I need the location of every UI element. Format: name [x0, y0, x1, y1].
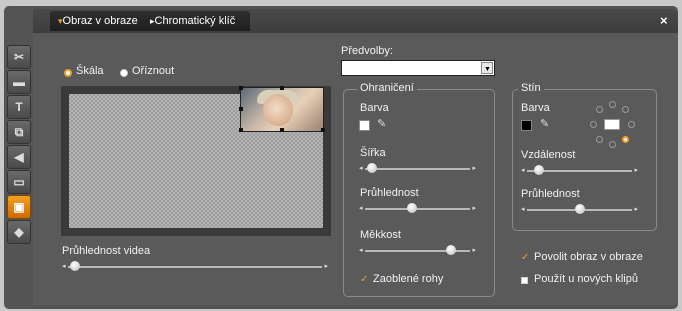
resize-handle[interactable]: [239, 86, 243, 90]
tab-picture-in-picture[interactable]: ▾Obraz v obraze: [50, 11, 152, 31]
eyedropper-icon[interactable]: ✎: [540, 117, 549, 130]
video-opacity-label: Průhlednost videa: [62, 245, 151, 257]
close-icon[interactable]: ×: [660, 13, 668, 28]
eyedropper-icon[interactable]: ✎: [377, 117, 386, 130]
apply-new-clips-checkbox[interactable]: [521, 277, 528, 284]
tab-chroma-key[interactable]: ▸Chromatický klíč: [142, 11, 250, 31]
border-color-swatch[interactable]: [359, 120, 370, 131]
border-opacity-label: Průhlednost: [360, 187, 419, 199]
shadow-opacity-label: Průhlednost: [521, 188, 580, 200]
shadow-direction-nw[interactable]: [596, 106, 603, 113]
shadow-color-swatch[interactable]: [521, 120, 532, 131]
slider-thumb[interactable]: [574, 204, 585, 214]
border-softness-slider[interactable]: ◂ ▸: [359, 245, 476, 257]
shadow-direction-n[interactable]: [609, 101, 616, 108]
border-title: Ohraničení: [357, 82, 417, 94]
tab-label: Obraz v obraze: [62, 15, 138, 27]
shadow-direction-s[interactable]: [609, 141, 616, 148]
video-opacity-slider[interactable]: ◂ ▸: [62, 261, 328, 273]
border-softness-label: Měkkost: [360, 229, 401, 241]
shadow-direction-w[interactable]: [590, 121, 597, 128]
effects-icon[interactable]: ⧉: [7, 120, 31, 144]
resize-handle[interactable]: [321, 128, 325, 132]
rounded-corners-checkbox[interactable]: ✓: [360, 275, 368, 285]
tab-label: Chromatický klíč: [154, 15, 236, 27]
enable-pip-label: Povolit obraz v obraze: [534, 251, 643, 263]
border-width-label: Šířka: [360, 147, 386, 159]
slider-thumb[interactable]: [70, 261, 80, 271]
film-icon[interactable]: ▬: [7, 70, 31, 94]
slider-thumb[interactable]: [445, 245, 456, 255]
resize-handle[interactable]: [280, 128, 284, 132]
pip-icon[interactable]: ▣: [7, 195, 31, 219]
crop-radio[interactable]: [120, 69, 128, 77]
presets-label: Předvolby:: [341, 45, 393, 57]
apply-new-clips-label: Použít u nových klipů: [534, 273, 638, 285]
presets-dropdown[interactable]: ▼: [341, 60, 495, 76]
resize-handle[interactable]: [239, 107, 243, 111]
audio-icon[interactable]: ◀: [7, 145, 31, 169]
rounded-corners-label: Zaoblené rohy: [373, 273, 444, 285]
shadow-color-label: Barva: [521, 102, 550, 114]
shadow-distance-slider[interactable]: ◂ ▸: [521, 165, 638, 177]
shadow-direction-sw[interactable]: [596, 136, 603, 143]
resize-handle[interactable]: [280, 86, 284, 90]
video-face: [263, 94, 293, 126]
shadow-opacity-slider[interactable]: ◂ ▸: [521, 204, 638, 216]
scale-radio[interactable]: [64, 69, 72, 77]
slider-thumb[interactable]: [534, 165, 545, 175]
export-icon[interactable]: ◆: [7, 220, 31, 244]
crop-label: Oříznout: [132, 65, 175, 77]
shadow-title: Stín: [518, 82, 544, 94]
shadow-distance-label: Vzdálenost: [521, 149, 576, 161]
shadow-direction-preview: [604, 119, 620, 130]
shadow-direction-ne[interactable]: [622, 106, 629, 113]
slider-thumb[interactable]: [407, 203, 418, 213]
resize-handle[interactable]: [239, 128, 243, 132]
shadow-direction-se[interactable]: [622, 136, 629, 143]
dropdown-arrow-icon[interactable]: ▼: [481, 62, 493, 74]
pip-video-frame[interactable]: [239, 86, 325, 132]
border-width-slider[interactable]: ◂ ▸: [359, 163, 476, 175]
clapper-icon[interactable]: ▭: [7, 170, 31, 194]
scale-label: Škála: [76, 65, 104, 77]
enable-pip-checkbox[interactable]: ✓: [521, 253, 529, 263]
shadow-direction-e[interactable]: [628, 121, 635, 128]
preview-area: [61, 86, 331, 236]
border-color-label: Barva: [360, 102, 389, 114]
scissors-icon[interactable]: ✂: [7, 45, 31, 69]
text-icon[interactable]: T: [7, 95, 31, 119]
slider-thumb[interactable]: [367, 163, 378, 173]
border-opacity-slider[interactable]: ◂ ▸: [359, 203, 476, 215]
